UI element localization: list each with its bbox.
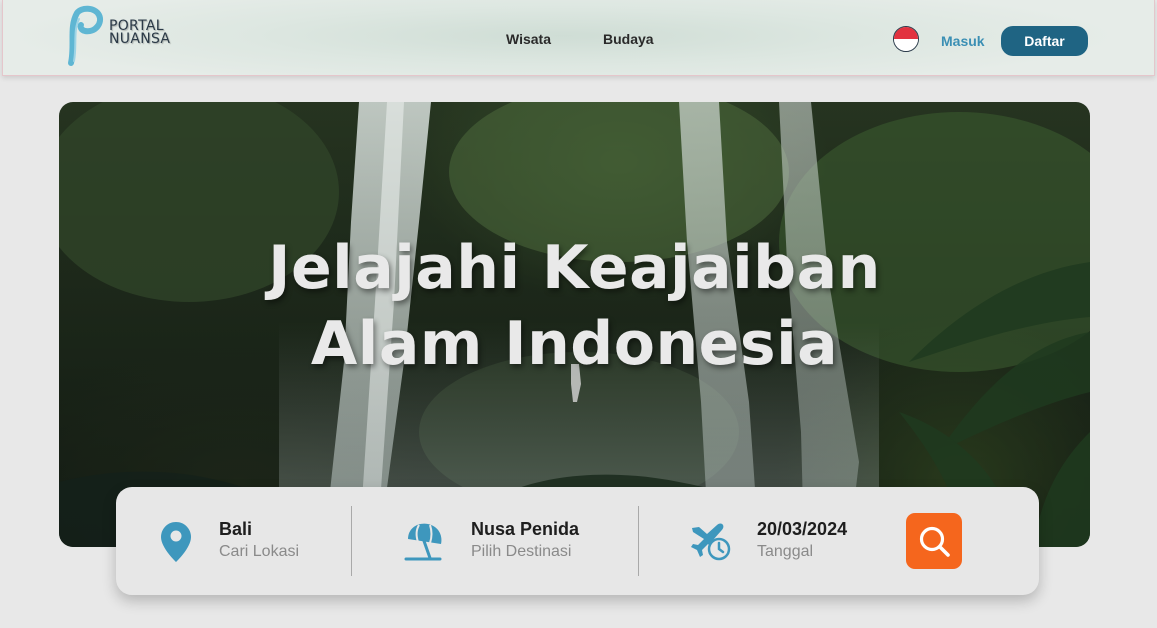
location-value: Bali: [219, 519, 253, 539]
portal-nuansa-logo-icon: [68, 5, 103, 66]
brand-logo[interactable]: PORTAL NUANSA: [65, 5, 185, 67]
date-placeholder: Tanggal: [757, 543, 814, 560]
location-field[interactable]: Bali Cari Lokasi: [116, 487, 351, 595]
date-field[interactable]: 20/03/2024 Tanggal: [639, 487, 899, 595]
destination-placeholder: Pilih Destinasi: [471, 543, 572, 560]
location-placeholder: Cari Lokasi: [219, 543, 300, 560]
nav-link-budaya[interactable]: Budaya: [603, 31, 654, 47]
destination-field[interactable]: Nusa Penida Pilih Destinasi: [352, 487, 638, 595]
login-link[interactable]: Masuk: [941, 33, 985, 49]
hero-banner: Jelajahi Keajaiban Alam Indonesia: [59, 102, 1090, 547]
search-icon: [919, 526, 950, 557]
brand-wordmark: PORTAL NUANSA: [109, 19, 171, 47]
map-pin-icon: [161, 522, 191, 562]
beach-umbrella-icon: [404, 523, 442, 561]
search-bar: Bali Cari Lokasi Nusa Penida Pilih Desti…: [116, 487, 1039, 595]
hero-title: Jelajahi Keajaiban Alam Indonesia: [59, 230, 1090, 382]
hero-title-line2: Alam Indonesia: [310, 309, 839, 379]
nav-link-wisata[interactable]: Wisata: [506, 31, 551, 47]
date-value: 20/03/2024: [757, 519, 848, 539]
top-navbar: PORTAL NUANSA Wisata Budaya Masuk Daftar: [2, 0, 1155, 76]
hero-title-line1: Jelajahi Keajaiban: [268, 233, 881, 303]
destination-value: Nusa Penida: [471, 519, 580, 539]
register-button[interactable]: Daftar: [1001, 26, 1088, 56]
indonesia-flag-icon[interactable]: [893, 26, 919, 52]
flight-clock-icon: [691, 523, 731, 561]
search-button[interactable]: [906, 513, 962, 569]
brand-line2: NUANSA: [109, 31, 171, 47]
